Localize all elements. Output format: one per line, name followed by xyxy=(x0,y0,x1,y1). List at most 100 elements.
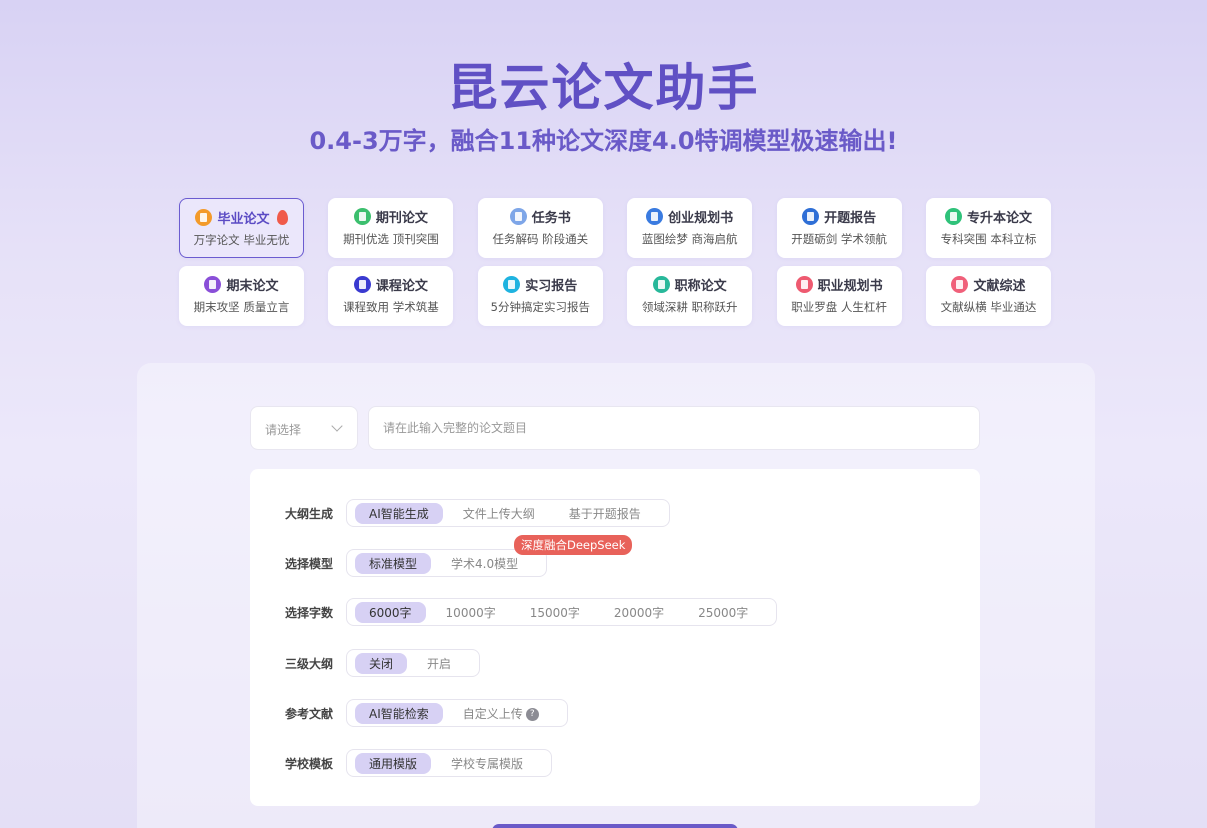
segment-option-label: 文件上传大纲 xyxy=(462,506,535,521)
card-header: 课程论文 xyxy=(328,275,453,294)
card-header: 期末论文 xyxy=(179,275,304,294)
option-row: 参考文献 AI智能检索 自定义上传? xyxy=(250,699,980,727)
doc-icon xyxy=(646,208,664,225)
segment-option[interactable]: 20000字 xyxy=(600,602,678,623)
segmented-control: 通用模版 学校专属模版 xyxy=(346,749,553,777)
doc-icon xyxy=(951,276,969,293)
card-title: 职称论文 xyxy=(674,279,727,294)
segment-option[interactable]: 通用模版 xyxy=(355,752,432,774)
segment-option[interactable]: 标准模型 xyxy=(355,552,432,574)
page-subtitle: 0.4-3万字，融合11种论文深度4.0特调模型极速输出! xyxy=(309,127,898,155)
segment-option[interactable]: 学校专属模版 xyxy=(437,753,537,774)
submit-button[interactable] xyxy=(492,824,738,828)
card-title: 开题报告 xyxy=(824,211,877,226)
segment-option-label: 通用模版 xyxy=(369,756,418,771)
doc-icon xyxy=(795,276,813,293)
segment-option-label: 标准模型 xyxy=(369,556,418,571)
option-label: 选择字数 xyxy=(285,606,334,620)
segmented-control: AI智能生成 文件上传大纲 基于开题报告 xyxy=(346,499,670,527)
segment-option[interactable]: 10000字 xyxy=(432,602,510,623)
card-description: 期末攻坚 质量立言 xyxy=(193,300,290,314)
paper-type-card[interactable]: 毕业论文 万字论文 毕业无忧 xyxy=(179,198,304,258)
paper-type-card[interactable]: 文献综述 文献纵横 毕业通达 xyxy=(926,266,1051,326)
category-select-placeholder: 请选择 xyxy=(265,423,302,437)
segment-option[interactable]: 自定义上传? xyxy=(449,703,553,724)
card-description: 5分钟搞定实习报告 xyxy=(490,300,590,314)
category-select[interactable]: 请选择 xyxy=(250,406,358,450)
options-panel: 大纲生成 AI智能生成 文件上传大纲 基于开题报告 选择模型 标准模型 学术4.0模型 深度融… xyxy=(250,469,980,806)
card-description: 任务解码 阶段通关 xyxy=(492,232,589,246)
card-description: 期刊优选 顶刊突围 xyxy=(343,232,439,246)
card-title: 课程论文 xyxy=(375,279,428,294)
segment-option-label: 25000字 xyxy=(698,605,749,620)
card-header: 职业规划书 xyxy=(777,275,902,294)
deepseek-badge: 深度融合DeepSeek xyxy=(514,535,633,555)
segment-option[interactable]: 学术4.0模型 xyxy=(437,553,532,574)
segment-option-label: 6000字 xyxy=(369,605,412,620)
segmented-control: 关闭 开启 xyxy=(346,649,481,677)
card-title: 毕业论文 xyxy=(217,212,270,227)
segment-option[interactable]: 15000字 xyxy=(516,602,594,623)
paper-type-card[interactable]: 实习报告 5分钟搞定实习报告 xyxy=(477,266,603,326)
segmented-control: AI智能检索 自定义上传? xyxy=(346,699,568,727)
doc-icon xyxy=(353,208,371,225)
segment-option[interactable]: 文件上传大纲 xyxy=(449,503,549,524)
card-description: 蓝图绘梦 商海启航 xyxy=(641,232,738,246)
page-title: 昆云论文助手 xyxy=(447,59,760,117)
card-header: 开题报告 xyxy=(777,207,902,226)
segment-option-label: 学术4.0模型 xyxy=(451,556,519,571)
segment-option[interactable]: AI智能生成 xyxy=(355,502,443,524)
card-title: 文献综述 xyxy=(973,279,1026,294)
segment-option-label: 开启 xyxy=(427,656,452,671)
paper-type-card[interactable]: 课程论文 课程致用 学术筑基 xyxy=(328,266,454,326)
segment-option[interactable]: 6000字 xyxy=(355,601,426,623)
segment-option-label: 自定义上传 xyxy=(462,706,523,721)
paper-type-card[interactable]: 职业规划书 职业罗盘 人生杠杆 xyxy=(776,266,902,326)
card-title: 职业规划书 xyxy=(817,279,883,294)
paper-type-card[interactable]: 职称论文 领域深耕 职称跃升 xyxy=(627,266,753,326)
segment-option-label: 基于开题报告 xyxy=(568,506,641,521)
segment-option[interactable]: 25000字 xyxy=(684,602,762,623)
card-header: 毕业论文 xyxy=(180,208,303,227)
card-title: 期末论文 xyxy=(226,279,279,294)
help-icon[interactable]: ? xyxy=(525,707,539,721)
paper-type-card[interactable]: 创业规划书蓝图绘梦 商海启航 xyxy=(627,198,753,258)
chevron-down-icon xyxy=(331,420,343,432)
card-title: 任务书 xyxy=(531,211,571,226)
paper-type-card[interactable]: 期末论文期末攻坚 质量立言 xyxy=(179,266,304,326)
paper-type-card[interactable]: 任务书任务解码 阶段通关 xyxy=(477,198,603,258)
segment-option[interactable]: 基于开题报告 xyxy=(555,503,655,524)
segment-option-label: 关闭 xyxy=(369,656,394,671)
card-header: 实习报告 xyxy=(478,275,603,294)
card-title: 实习报告 xyxy=(525,279,578,294)
segment-option-label: 15000字 xyxy=(529,605,580,620)
segment-option[interactable]: AI智能检索 xyxy=(355,702,443,724)
segment-option-label: 10000字 xyxy=(445,605,496,620)
doc-icon xyxy=(195,209,213,226)
paper-type-card[interactable]: 开题报告开题砺剑 学术领航 xyxy=(776,198,902,258)
option-row: 三级大纲 关闭 开启 xyxy=(250,649,980,677)
segment-option[interactable]: 开启 xyxy=(413,653,465,674)
card-header: 文献综述 xyxy=(926,275,1051,294)
doc-icon xyxy=(944,208,962,225)
card-header: 创业规划书 xyxy=(627,207,752,226)
card-title: 专升本论文 xyxy=(966,211,1032,226)
fire-icon xyxy=(276,210,288,225)
paper-type-card[interactable]: 专升本论文 专科突围 本科立标 xyxy=(926,198,1051,258)
option-label: 参考文献 xyxy=(285,707,334,721)
segment-option-label: 20000字 xyxy=(613,605,665,620)
hero: 昆云论文助手 0.4-3万字，融合11种论文深度4.0特调模型极速输出! xyxy=(0,58,1207,158)
doc-icon xyxy=(503,276,521,293)
card-title: 创业规划书 xyxy=(668,211,734,226)
paper-type-card[interactable]: 期刊论文期刊优选 顶刊突围 xyxy=(328,198,454,258)
segment-option-label: 学校专属模版 xyxy=(451,756,524,771)
doc-icon xyxy=(204,276,222,293)
card-title: 期刊论文 xyxy=(375,211,428,226)
card-header: 职称论文 xyxy=(627,275,752,294)
doc-icon xyxy=(509,208,527,225)
topic-input[interactable] xyxy=(368,406,980,450)
doc-icon xyxy=(652,276,670,293)
option-row: 选择模型 标准模型 学术4.0模型 深度融合DeepSeek xyxy=(250,535,980,577)
segment-option[interactable]: 关闭 xyxy=(355,652,408,674)
card-description: 开题砺剑 学术领航 xyxy=(791,232,887,246)
